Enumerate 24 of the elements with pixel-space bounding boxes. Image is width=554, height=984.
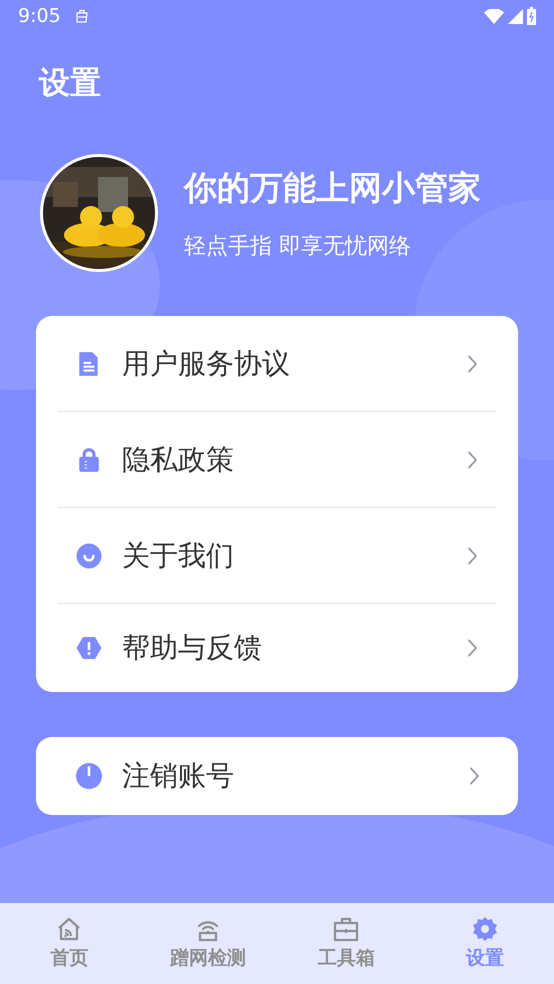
menu-item[interactable]: 关于我们 [58,508,496,604]
status-time: 9:05 [18,5,61,27]
chevron-right-icon [469,767,480,785]
menu-item[interactable]: 用户服务协议 [58,316,496,412]
signal-icon [508,8,523,24]
home-icon [56,916,82,942]
chevron-right-icon [467,450,478,468]
battery-icon [527,7,536,25]
profile-name: 你的万能上网小管家 [184,166,481,208]
menu-item[interactable]: 帮助与反馈 [58,604,496,692]
warning-icon [76,635,102,661]
clipboard-icon [74,9,89,23]
profile-tagline: 轻点手指 即享无忧网络 [184,232,412,260]
menu-item[interactable]: 注销账号 [36,737,518,815]
chevron-right-icon [467,354,478,372]
smile-icon [76,542,102,568]
page-title: 设置 [39,64,102,103]
toolbox-icon [333,916,360,942]
chevron-right-icon [467,639,478,657]
menu-item[interactable]: 隐私政策 [58,412,496,508]
power-icon [76,763,102,789]
wifi-icon [484,8,504,24]
chevron-right-icon [467,546,478,564]
gear-icon [472,916,498,942]
